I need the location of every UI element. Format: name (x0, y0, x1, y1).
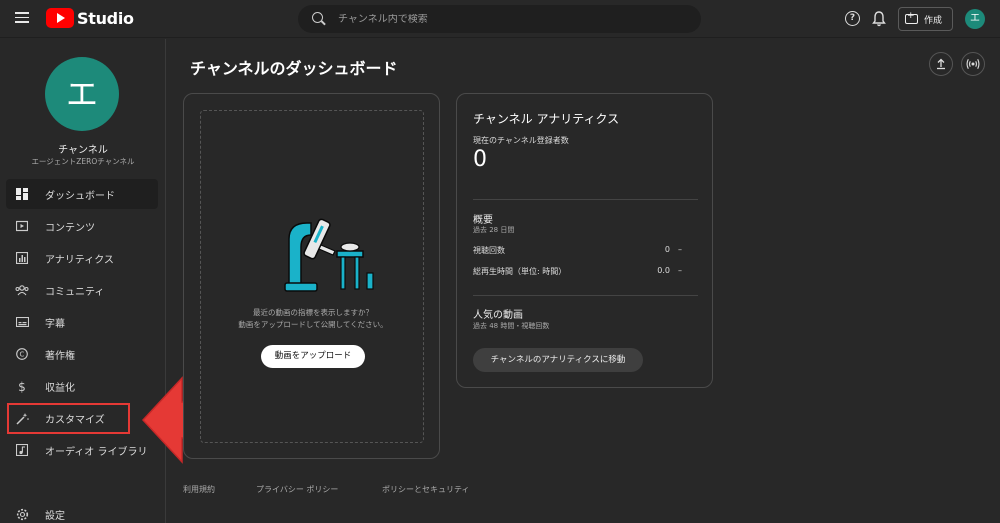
upload-drop-area: 最近の動画の指標を表示しますか？ 動画をアップロードして公開してください。 動画… (200, 110, 424, 443)
top-bar: Studio ? 作成 エ (0, 0, 1000, 38)
analytics-icon (15, 251, 29, 265)
sidebar-item-dashboard[interactable]: ダッシュボード (6, 179, 158, 209)
sidebar-item-label: 字幕 (45, 318, 65, 330)
search-icon[interactable] (306, 5, 334, 33)
customize-highlight-box (7, 403, 130, 434)
channel-name: エージェントZEROチャンネル (31, 157, 135, 166)
subtitles-icon (15, 315, 29, 329)
subscribers-label: 現在のチャンネル登録者数 (473, 136, 569, 145)
logo-text: Studio (77, 8, 134, 28)
divider (473, 199, 698, 200)
metric-value: 0 (664, 245, 670, 254)
sidebar-item-label: 設定 (45, 510, 65, 522)
channel-title: チャンネル (58, 145, 108, 156)
sidebar-item-label: 収益化 (45, 382, 75, 394)
create-button[interactable]: 作成 (898, 7, 953, 31)
metric-row-views: 視聴回数 0 – (473, 245, 698, 256)
youtube-logo-icon (46, 8, 74, 28)
popular-videos-title: 人気の動画 (473, 310, 523, 321)
live-stream-icon[interactable] (961, 52, 985, 76)
sidebar-item-label: コンテンツ (45, 222, 95, 234)
video-camera-icon (905, 11, 918, 24)
sidebar-item-subtitles[interactable]: 字幕 (6, 307, 158, 337)
sidebar-item-label: アナリティクス (45, 254, 114, 266)
sidebar-item-label: コミュニティ (45, 286, 105, 298)
dollar-icon: $ (15, 379, 29, 393)
gear-icon (15, 507, 29, 521)
metric-delta: – (678, 245, 682, 254)
metric-row-watch-time: 総再生時間（単位: 時間） 0.0 – (473, 266, 698, 277)
svg-text:C: C (20, 351, 25, 359)
community-icon (15, 283, 29, 297)
go-to-analytics-button[interactable]: チャンネルのアナリティクスに移動 (473, 348, 643, 372)
sidebar-item-audio-library[interactable]: オーディオ ライブラリ (6, 435, 158, 465)
empty-state-text: 最近の動画の指標を表示しますか？ 動画をアップロードして公開してください。 (201, 307, 425, 331)
page-title: チャンネルのダッシュボード (190, 59, 398, 78)
content-icon (15, 219, 29, 233)
sidebar-item-community[interactable]: コミュニティ (6, 275, 158, 305)
sidebar-item-label: ダッシュボード (45, 190, 115, 202)
metric-delta: – (678, 266, 682, 275)
summary-period: 過去 28 日間 (473, 226, 515, 234)
sidebar-item-analytics[interactable]: アナリティクス (6, 243, 158, 273)
copyright-icon: C (15, 347, 29, 361)
microscope-illustration (284, 218, 374, 292)
account-avatar[interactable]: エ (965, 9, 985, 29)
help-icon[interactable]: ? (845, 11, 860, 26)
analytics-title: チャンネル アナリティクス (473, 112, 620, 126)
subscribers-value: 0 (473, 147, 487, 172)
upload-video-button[interactable]: 動画をアップロード (261, 345, 365, 368)
summary-title: 概要 (473, 215, 493, 226)
search-bar[interactable] (298, 5, 701, 33)
metric-label: 総再生時間（単位: 時間） (473, 267, 567, 276)
sidebar-item-monetization[interactable]: $ 収益化 (6, 371, 158, 401)
metric-value: 0.0 (657, 266, 670, 275)
footer-terms-link[interactable]: 利用規約 (183, 484, 215, 495)
channel-avatar[interactable]: エ (45, 57, 119, 131)
sidebar-item-content[interactable]: コンテンツ (6, 211, 158, 241)
studio-logo[interactable]: Studio (46, 8, 134, 28)
popular-videos-period: 過去 48 時間・視聴回数 (473, 322, 550, 330)
audio-library-icon (15, 443, 29, 457)
sidebar-item-label: オーディオ ライブラリ (45, 446, 148, 458)
empty-text-line2: 動画をアップロードして公開してください。 (238, 320, 388, 329)
footer-policy-link[interactable]: ポリシーとセキュリティ (382, 484, 470, 495)
upload-icon[interactable] (929, 52, 953, 76)
empty-text-line1: 最近の動画の指標を表示しますか？ (253, 308, 373, 317)
create-label: 作成 (924, 15, 943, 26)
divider (473, 295, 698, 296)
dashboard-icon (15, 187, 29, 201)
search-input[interactable] (338, 13, 678, 25)
svg-text:$: $ (18, 380, 26, 393)
footer-privacy-link[interactable]: プライバシー ポリシー (256, 484, 338, 495)
sidebar-item-settings[interactable]: 設定 (6, 499, 158, 523)
sidebar-item-label: 著作権 (45, 350, 75, 362)
upload-card: 最近の動画の指標を表示しますか？ 動画をアップロードして公開してください。 動画… (183, 93, 440, 459)
metric-label: 視聴回数 (473, 246, 505, 255)
menu-icon[interactable] (12, 9, 32, 29)
analytics-card: チャンネル アナリティクス 現在のチャンネル登録者数 0 概要 過去 28 日間… (456, 93, 713, 388)
bell-icon[interactable] (871, 10, 887, 28)
sidebar-item-copyright[interactable]: C 著作権 (6, 339, 158, 369)
